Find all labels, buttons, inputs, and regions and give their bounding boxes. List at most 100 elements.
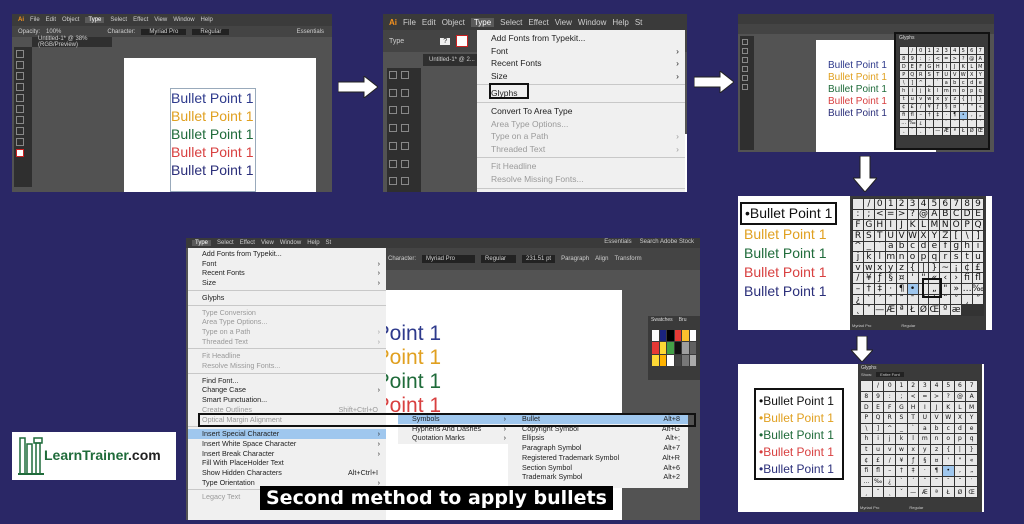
glyph-cell[interactable]: ]: [973, 230, 983, 241]
glyph-cell[interactable]: F: [853, 220, 863, 230]
glyph-cell[interactable]: p: [918, 252, 929, 262]
curvature-tool-icon[interactable]: [401, 106, 409, 115]
lasso-tool-icon[interactable]: [401, 88, 409, 97]
glyph-cell[interactable]: C: [951, 209, 962, 220]
glyph-cell[interactable]: æ: [951, 305, 962, 315]
glyph-cell[interactable]: <: [907, 391, 919, 402]
glyph-cell[interactable]: l: [934, 87, 942, 95]
menu-view[interactable]: View: [261, 240, 274, 246]
menu-item-recent-fonts[interactable]: Recent Fonts ›: [477, 57, 685, 70]
glyph-cell[interactable]: =: [885, 209, 896, 220]
menu-view[interactable]: View: [154, 17, 167, 23]
glyph-cell[interactable]: M: [966, 402, 977, 412]
glyph-cell[interactable]: i: [973, 241, 983, 252]
glyph-cell[interactable]: ˘: [968, 119, 976, 127]
menu-item-fill-with-placeholder-text[interactable]: Fill With PlaceHolder Text: [188, 458, 386, 468]
glyph-cell[interactable]: ¸: [900, 127, 908, 135]
glyph-cell[interactable]: K: [959, 63, 967, 71]
glyph-cell[interactable]: m: [885, 252, 896, 262]
glyph-cell[interactable]: «: [966, 455, 977, 466]
glyph-cell[interactable]: 0: [917, 47, 925, 55]
rectangle-tool-icon[interactable]: [389, 141, 397, 150]
glyph-cell[interactable]: [: [951, 230, 962, 241]
glyph-cell[interactable]: ‡: [907, 466, 919, 476]
glyph-cell[interactable]: :: [853, 209, 863, 220]
glyph-cell[interactable]: B: [940, 209, 951, 220]
glyph-cell[interactable]: d: [954, 423, 966, 434]
brush-tool-icon[interactable]: [401, 141, 409, 150]
selection-tool-icon[interactable]: [16, 50, 24, 58]
glyph-cell[interactable]: P: [861, 412, 872, 423]
menu-type[interactable]: Type: [470, 17, 495, 27]
glyph-cell[interactable]: `: [934, 79, 942, 87]
glyph-cell[interactable]: ˜: [931, 476, 942, 487]
glyph-cell[interactable]: a: [942, 79, 950, 87]
glyph-cell[interactable]: a: [919, 423, 931, 434]
menu-item-add-fonts-from-typekit[interactable]: Add Fonts from Typekit...: [188, 249, 386, 259]
glyph-cell[interactable]: Ø: [954, 487, 966, 497]
glyph-cell[interactable]: ﬂ: [908, 111, 916, 119]
glyph-cell[interactable]: 5: [942, 381, 954, 391]
glyph-cell[interactable]: ´: [874, 294, 885, 305]
glyph-cell[interactable]: j: [917, 87, 925, 95]
glyph-cell[interactable]: =: [919, 391, 931, 402]
selection-tool-icon[interactable]: [742, 39, 748, 45]
glyph-cell[interactable]: ﬂ: [973, 273, 983, 284]
help-icon[interactable]: ?: [440, 37, 451, 45]
glyph-cell[interactable]: \: [962, 230, 973, 241]
glyph-cell[interactable]: m: [919, 434, 931, 444]
glyph-cell[interactable]: u: [908, 95, 916, 103]
glyph-cell[interactable]: —: [934, 127, 942, 135]
menu-item-size[interactable]: Size ›: [188, 278, 386, 288]
glyph-cell[interactable]: ¶: [951, 111, 959, 119]
swatches-tab[interactable]: Swatches: [651, 317, 673, 323]
glyph-cell[interactable]: L: [954, 402, 966, 412]
glyph-cell[interactable]: k: [925, 87, 933, 95]
glyph-cell[interactable]: ˜: [951, 119, 959, 127]
brushes-tab[interactable]: Bru: [679, 317, 687, 323]
glyph-cell[interactable]: †: [925, 111, 933, 119]
glyph-cell[interactable]: ˆ: [942, 119, 950, 127]
glyph-cell[interactable]: ¥: [925, 103, 933, 111]
glyph-cell[interactable]: h: [900, 87, 908, 95]
menu-view[interactable]: View: [555, 18, 572, 27]
glyph-cell[interactable]: ': [907, 273, 918, 284]
glyph-cell[interactable]: e: [929, 241, 940, 252]
glyph-cell[interactable]: ‰: [908, 119, 916, 127]
menu-object[interactable]: Object: [442, 18, 465, 27]
glyph-cell[interactable]: ': [942, 455, 954, 466]
menu-help[interactable]: Help: [201, 17, 213, 23]
menu-item-font[interactable]: Font ›: [477, 45, 685, 58]
glyph-cell[interactable]: M: [976, 63, 984, 71]
glyph-grid[interactable]: /0 1 2 3 4 5 6 7 8 9:; < = >? @ A B C D E F G H I J K L M N O P Q R S T U V…: [852, 198, 984, 316]
menu-ai[interactable]: Ai: [18, 17, 24, 23]
glyph-cell[interactable]: U: [885, 230, 896, 241]
glyph-cell[interactable]: [861, 381, 872, 391]
glyph-cell[interactable]: ¶: [931, 466, 942, 476]
glyph-cell[interactable]: h: [861, 434, 872, 444]
glyph-cell[interactable]: ˝: [908, 127, 916, 135]
glyph-cell[interactable]: U: [942, 71, 950, 79]
search-stock-field[interactable]: Search Adobe Stock: [640, 239, 694, 245]
glyph-cell[interactable]: _: [925, 79, 933, 87]
glyph-cell[interactable]: –: [853, 284, 863, 294]
glyph-cell[interactable]: s: [951, 252, 962, 262]
line-tool-icon[interactable]: [401, 124, 409, 133]
glyph-cell[interactable]: {: [959, 95, 967, 103]
glyph-cell[interactable]: v: [884, 444, 896, 455]
glyph-cell[interactable]: e: [976, 79, 984, 87]
glyph-cell[interactable]: X: [954, 412, 966, 423]
swatch-grid[interactable]: [652, 330, 696, 366]
pen-tool-icon[interactable]: [742, 48, 748, 54]
glyph-cell[interactable]: ˆ: [885, 294, 896, 305]
style-field[interactable]: Regular: [192, 28, 230, 35]
menu-window[interactable]: Window: [173, 17, 194, 23]
artboard[interactable]: Bullet Point 1 Bullet Point 1 Bullet Poi…: [124, 58, 316, 192]
glyph-cell[interactable]: ¸: [962, 294, 973, 305]
glyph-cell[interactable]: [900, 47, 908, 55]
glyph-cell[interactable]: c: [942, 423, 954, 434]
glyph-cell[interactable]: Ø: [918, 305, 929, 315]
glyph-cell[interactable]: ¥: [896, 455, 907, 466]
glyph-cell[interactable]: j: [853, 252, 863, 262]
glyph-cell[interactable]: ¿: [853, 294, 863, 305]
